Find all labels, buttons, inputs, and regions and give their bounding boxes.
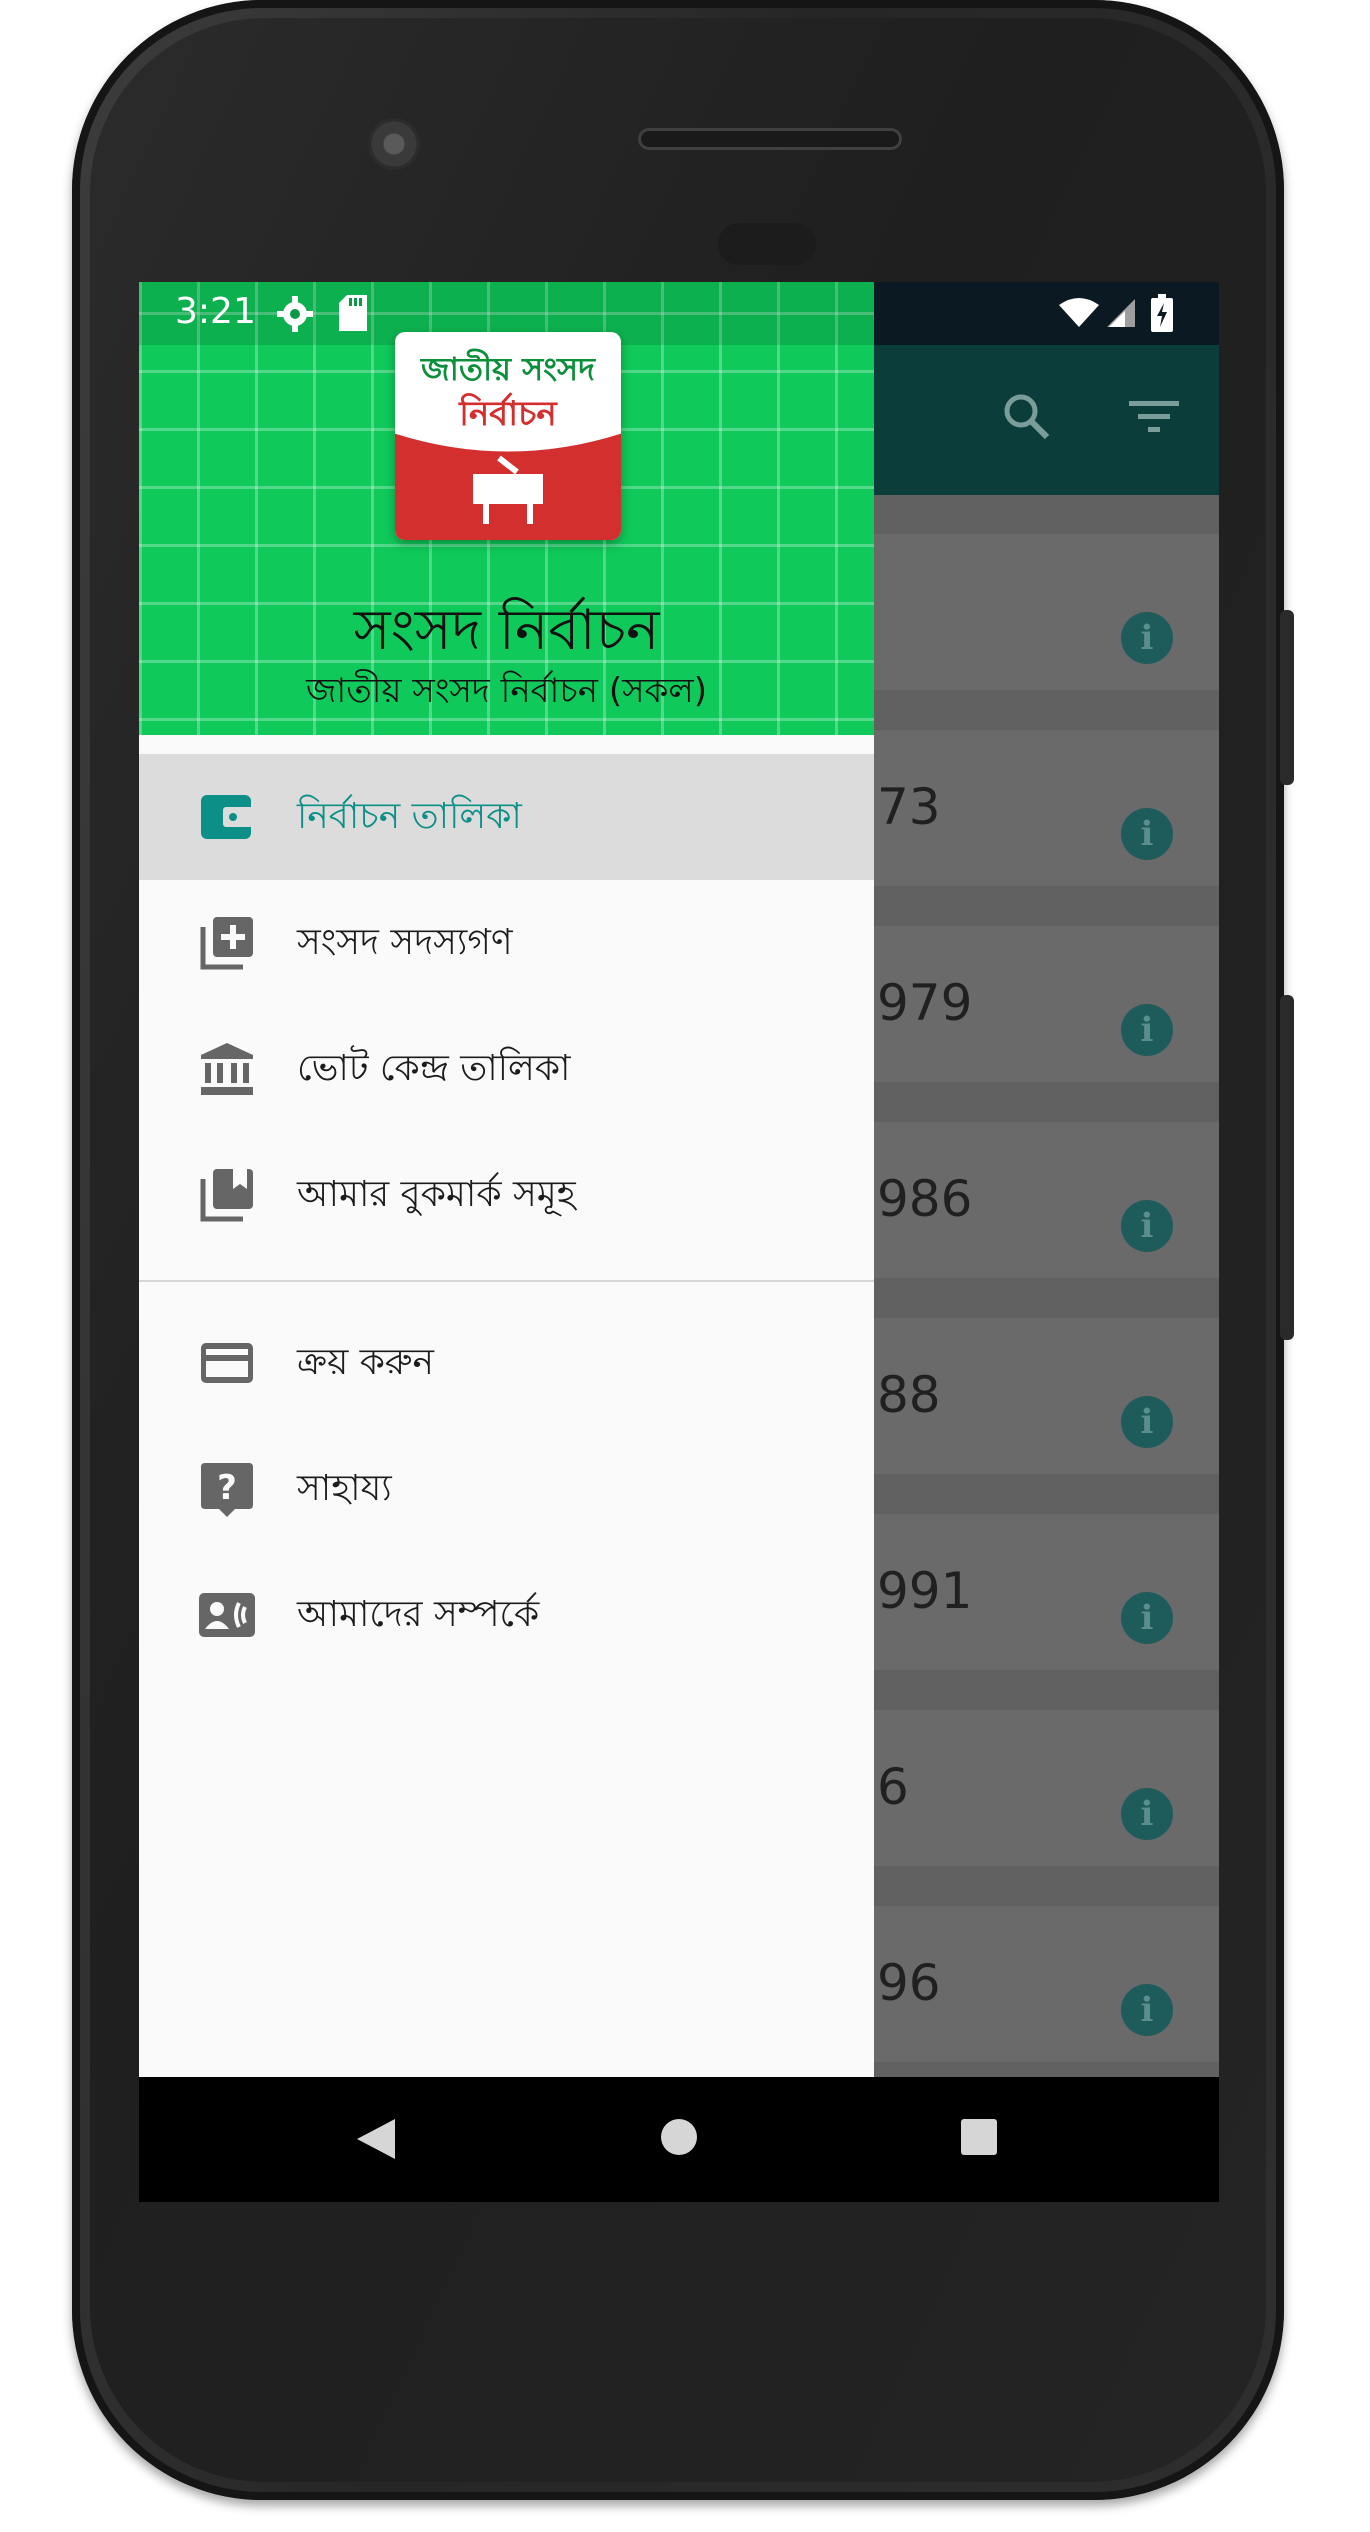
app-logo: জাতীয় সংসদ নির্বাচন xyxy=(395,332,621,540)
menu-item-label: ক্রয় করুন xyxy=(297,1342,435,1383)
menu-item-polling-stations[interactable]: ভোট কেন্দ্র তালিকা xyxy=(139,1006,874,1132)
list-item-year: 73 xyxy=(877,778,941,836)
ballot-box-icon xyxy=(395,432,621,540)
info-icon[interactable]: i xyxy=(1121,1788,1173,1840)
volume-button xyxy=(1280,995,1294,1340)
menu-item-label: সাহায্য xyxy=(297,1468,392,1509)
menu-item-purchase[interactable]: ক্রয় করুন xyxy=(139,1300,874,1426)
search-icon[interactable] xyxy=(1001,391,1053,443)
earpiece-speaker xyxy=(638,128,902,150)
info-icon[interactable]: i xyxy=(1121,612,1173,664)
info-icon[interactable]: i xyxy=(1121,808,1173,860)
info-icon[interactable]: i xyxy=(1121,1200,1173,1252)
help-icon: ? xyxy=(201,1463,253,1517)
info-icon[interactable]: i xyxy=(1121,1004,1173,1056)
home-icon[interactable] xyxy=(659,2117,699,2157)
svg-text:?: ? xyxy=(217,1468,237,1508)
wallet-icon xyxy=(201,795,253,839)
battery-icon xyxy=(1151,294,1173,332)
info-icon[interactable]: i xyxy=(1121,1396,1173,1448)
filter-icon[interactable] xyxy=(1129,397,1179,437)
info-icon[interactable]: i xyxy=(1121,1592,1173,1644)
list-item-year: 88 xyxy=(877,1366,941,1424)
list-item-year: 979 xyxy=(877,974,973,1032)
info-icon[interactable]: i xyxy=(1121,1984,1173,2036)
status-time: 3:21 xyxy=(175,291,256,332)
sd-card-icon xyxy=(339,295,367,331)
menu-item-label: নির্বাচন তালিকা xyxy=(297,796,522,837)
credit-card-icon xyxy=(201,1343,253,1383)
signal-icon xyxy=(1107,299,1135,327)
menu-item-label: আমাদের সম্পর্কে xyxy=(297,1594,540,1635)
menu-item-help[interactable]: ? সাহায্য xyxy=(139,1426,874,1552)
front-camera xyxy=(368,118,420,170)
list-item-year: 991 xyxy=(877,1562,973,1620)
bookmarks-icon xyxy=(200,1169,253,1222)
list-item-year: 986 xyxy=(877,1170,973,1228)
wifi-icon xyxy=(1059,298,1099,327)
menu-item-label: আমার বুকমার্ক সমূহ xyxy=(297,1174,576,1215)
library-add-icon xyxy=(200,917,253,970)
bank-building-icon xyxy=(201,1043,253,1095)
menu-item-label: সংসদ সদস্যগণ xyxy=(297,922,513,963)
list-item-year: 6 xyxy=(877,1758,909,1816)
menu-item-mps[interactable]: সংসদ সদস্যগণ xyxy=(139,880,874,1006)
drawer-header: 3:21 জাতীয় সংসদ নির্বাচন সংসদ নির্বাচন … xyxy=(139,282,874,735)
menu-item-about[interactable]: আমাদের সম্পর্কে xyxy=(139,1552,874,1678)
menu-divider xyxy=(139,1280,874,1282)
power-button xyxy=(1280,610,1294,785)
navigation-drawer: 3:21 জাতীয় সংসদ নির্বাচন সংসদ নির্বাচন … xyxy=(139,282,874,2077)
back-icon[interactable] xyxy=(355,2117,397,2161)
system-navigation-bar xyxy=(139,2077,1219,2202)
menu-item-election-list[interactable]: নির্বাচন তালিকা xyxy=(139,754,874,880)
drawer-subtitle: জাতীয় সংসদ নির্বাচন (সকল) xyxy=(306,671,707,711)
screen: i 73 i 979 i 986 i 88 i 991 i 6 i 96 i 3… xyxy=(139,282,1219,2202)
menu-item-bookmarks[interactable]: আমার বুকমার্ক সমূহ xyxy=(139,1132,874,1258)
menu-item-label: ভোট কেন্দ্র তালিকা xyxy=(297,1048,571,1089)
settings-gear-icon xyxy=(277,296,313,332)
list-item-year: 96 xyxy=(877,1954,941,2012)
proximity-sensor xyxy=(718,223,816,265)
contact-card-icon xyxy=(199,1593,255,1637)
recents-icon[interactable] xyxy=(959,2117,999,2157)
